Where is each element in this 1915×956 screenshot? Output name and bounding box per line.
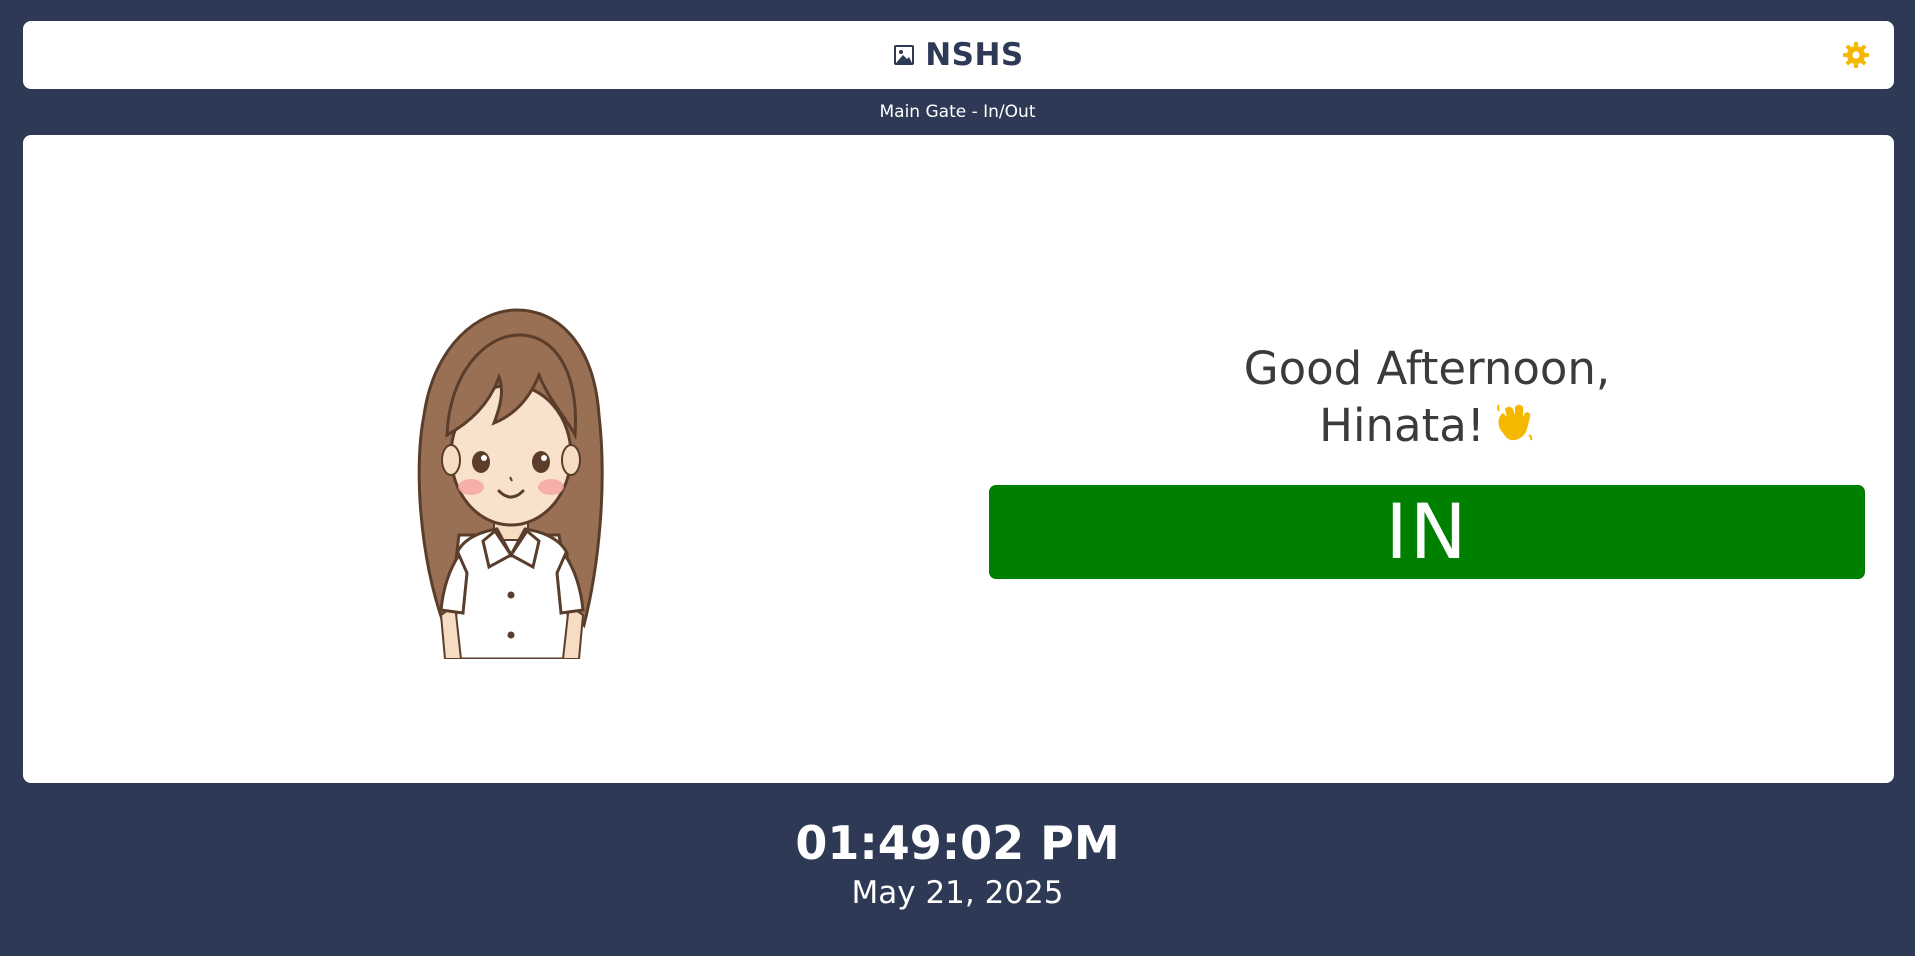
brand: NSHS (23, 21, 1894, 89)
current-time: 01:49:02 PM (795, 816, 1120, 870)
student-name: Hinata! (1319, 399, 1485, 452)
greeting-name-line: Hinata! (989, 397, 1865, 454)
gear-icon[interactable] (1842, 41, 1870, 69)
student-avatar (417, 308, 604, 659)
welcome-panel: Good Afternoon, Hinata! IN (23, 135, 1894, 783)
current-date: May 21, 2025 (851, 875, 1064, 911)
gate-location: Main Gate - In/Out (879, 102, 1036, 122)
image-icon (894, 45, 915, 65)
greeting-message: Good Afternoon, Hinata! (989, 340, 1865, 454)
greeting-salutation: Good Afternoon, (1243, 342, 1611, 395)
waving-hand-icon (1496, 404, 1533, 441)
header-bar: NSHS (23, 21, 1894, 89)
attendance-status-badge: IN (989, 485, 1865, 579)
brand-name: NSHS (925, 37, 1024, 73)
